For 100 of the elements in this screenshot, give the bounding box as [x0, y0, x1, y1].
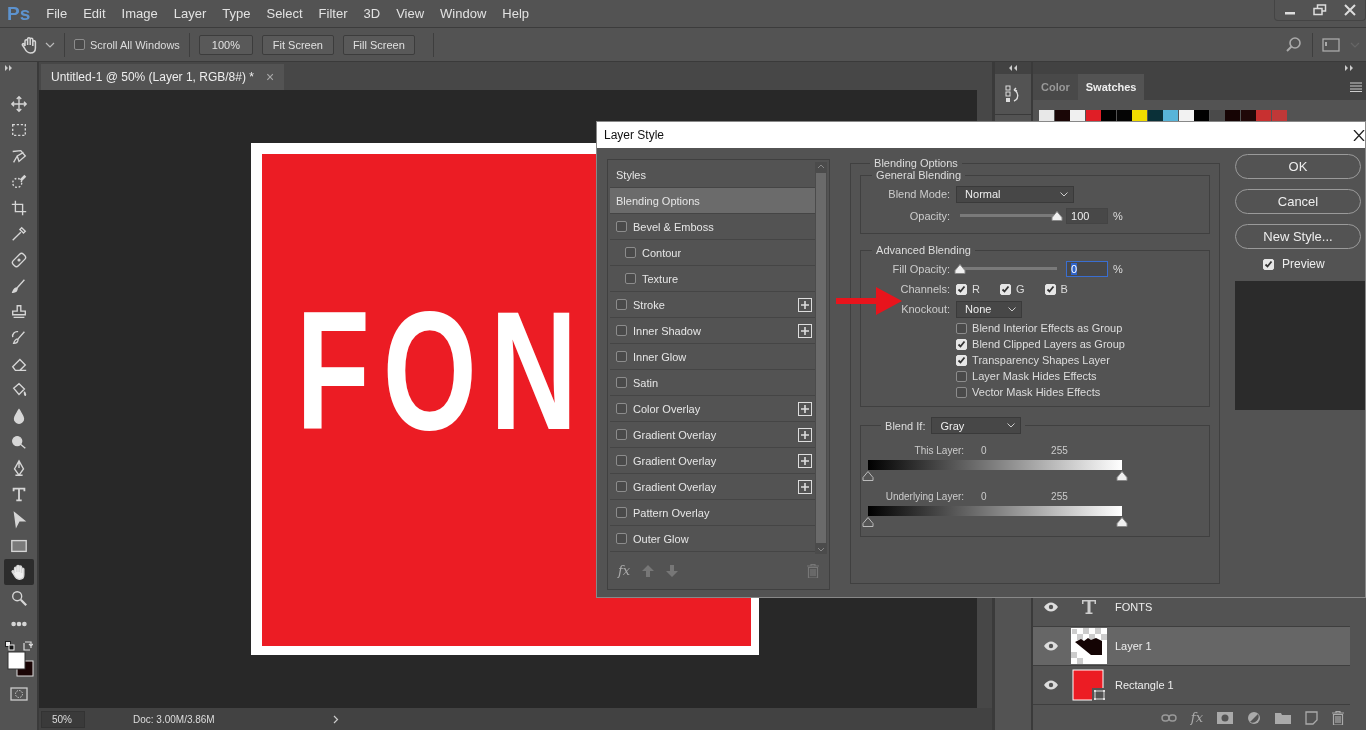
style-list-item[interactable]: Texture [610, 266, 816, 292]
style-list-item[interactable]: Stroke [610, 292, 816, 318]
style-list-item[interactable]: Contour [610, 240, 816, 266]
expand-icon[interactable] [4, 65, 14, 71]
color-swatch[interactable] [1256, 110, 1271, 122]
eye-icon[interactable] [1043, 602, 1059, 612]
menu-item[interactable]: Window [432, 6, 495, 21]
checkbox[interactable] [956, 370, 968, 382]
checkbox[interactable] [616, 299, 627, 310]
style-list-item[interactable]: Outer Glow [610, 526, 816, 552]
slider-thumb[interactable] [954, 264, 967, 274]
style-list-item[interactable]: Inner Glow [610, 344, 816, 370]
workspace-icon[interactable] [1322, 37, 1340, 52]
scrollbar[interactable] [815, 162, 828, 554]
chevron-icon[interactable] [332, 714, 339, 724]
add-icon[interactable] [798, 453, 813, 468]
collapse-icon[interactable] [1008, 65, 1018, 71]
color-swatch[interactable] [1147, 110, 1163, 122]
new-layer-icon[interactable] [1305, 710, 1318, 725]
adjustment-icon[interactable] [1247, 710, 1261, 725]
menu-item[interactable]: Filter [310, 6, 356, 21]
close-tab-button[interactable]: × [265, 69, 275, 85]
menu-item[interactable]: Layer [165, 6, 215, 21]
slider-thumb[interactable] [862, 471, 875, 481]
dialog-button[interactable]: OK [1235, 154, 1361, 179]
color-swatch[interactable] [1225, 110, 1240, 122]
layer-row[interactable]: Rectangle 1 [1033, 666, 1350, 705]
panel-tab[interactable]: Swatches [1077, 74, 1145, 100]
restore-icon[interactable] [1313, 4, 1327, 16]
scroll-down-icon[interactable] [817, 547, 826, 552]
checkbox[interactable] [616, 455, 627, 466]
zoom-field[interactable]: 50% [41, 710, 85, 728]
add-icon[interactable] [798, 323, 813, 338]
caret-icon[interactable] [45, 40, 55, 49]
default-colors-icon[interactable] [4, 641, 15, 651]
style-list-item[interactable]: Color Overlay [610, 396, 816, 422]
checkbox[interactable] [616, 507, 627, 518]
layer-row[interactable]: Layer 1 [1033, 627, 1350, 666]
slider-thumb[interactable] [1116, 471, 1129, 481]
menu-icon[interactable] [1350, 82, 1362, 92]
menu-item[interactable]: File [38, 6, 76, 21]
swap-colors-icon[interactable] [22, 641, 33, 651]
color-swatch[interactable] [1178, 110, 1194, 122]
menu-item[interactable]: Help [494, 6, 538, 21]
slider-thumb[interactable] [1051, 211, 1064, 221]
zoom-button[interactable]: Fill Screen [342, 34, 415, 55]
dialog-button[interactable]: Cancel [1235, 189, 1361, 214]
style-list-item[interactable]: Pattern Overlay [610, 500, 816, 526]
checkbox[interactable] [616, 481, 627, 492]
expand-icon[interactable] [1344, 65, 1354, 71]
slider-thumb[interactable] [1116, 517, 1129, 527]
color-swatch[interactable] [1054, 110, 1070, 122]
style-list-item[interactable]: Inner Shadow [610, 318, 816, 344]
color-swatch[interactable] [1116, 110, 1132, 122]
scroll-up-icon[interactable] [817, 164, 826, 169]
number-field[interactable]: 100 [1066, 208, 1109, 224]
color-swatch[interactable] [1039, 110, 1054, 122]
color-swatch[interactable] [1132, 110, 1147, 122]
menu-item[interactable]: Type [214, 6, 259, 21]
checkbox[interactable] [625, 273, 636, 284]
style-list-item[interactable]: Blending Options [610, 188, 816, 214]
color-swatch[interactable] [1209, 110, 1225, 122]
checkbox[interactable] [616, 403, 627, 414]
number-field[interactable]: 0 [1066, 261, 1109, 277]
add-icon[interactable] [798, 297, 813, 312]
color-swatch[interactable] [1163, 110, 1178, 122]
fx-button[interactable]: fx [618, 563, 631, 578]
style-list-item[interactable]: Gradient Overlay [610, 474, 816, 500]
color-swatch[interactable] [1240, 110, 1256, 122]
checkbox[interactable] [616, 351, 627, 362]
zoom-button[interactable]: Fit Screen [261, 34, 334, 55]
add-icon[interactable] [798, 401, 813, 416]
color-swatch[interactable] [1085, 110, 1101, 122]
checkbox[interactable] [956, 322, 968, 334]
eye-icon[interactable] [1043, 641, 1059, 651]
hand-tool[interactable] [3, 559, 34, 585]
style-list-item[interactable]: Bevel & Emboss [610, 214, 816, 240]
style-list-item[interactable]: Gradient Overlay [610, 448, 816, 474]
search-icon[interactable] [1285, 35, 1303, 54]
style-list-item[interactable]: Satin [610, 370, 816, 396]
blend-mode-dropdown[interactable]: Normal [956, 185, 1075, 203]
color-swatch[interactable] [1194, 110, 1209, 122]
color-swatch[interactable] [1271, 110, 1287, 122]
checkbox[interactable] [74, 39, 85, 50]
checkbox[interactable] [616, 377, 627, 388]
eye-icon[interactable] [1043, 680, 1059, 690]
menu-item[interactable]: 3D [355, 6, 389, 21]
color-swatch[interactable] [1070, 110, 1085, 122]
mask-icon[interactable] [1217, 711, 1233, 724]
zoom-button[interactable]: 100% [198, 34, 253, 55]
checkbox[interactable] [616, 325, 627, 336]
quick-mask-icon[interactable] [9, 687, 28, 701]
slider-thumb[interactable] [862, 517, 875, 527]
style-list-item[interactable]: Gradient Overlay [610, 422, 816, 448]
checkbox[interactable] [625, 247, 636, 258]
link-icon[interactable] [1160, 712, 1177, 723]
checkbox[interactable] [616, 429, 627, 440]
trash-icon[interactable] [1332, 710, 1344, 725]
add-icon[interactable] [798, 427, 813, 442]
add-icon[interactable] [798, 479, 813, 494]
